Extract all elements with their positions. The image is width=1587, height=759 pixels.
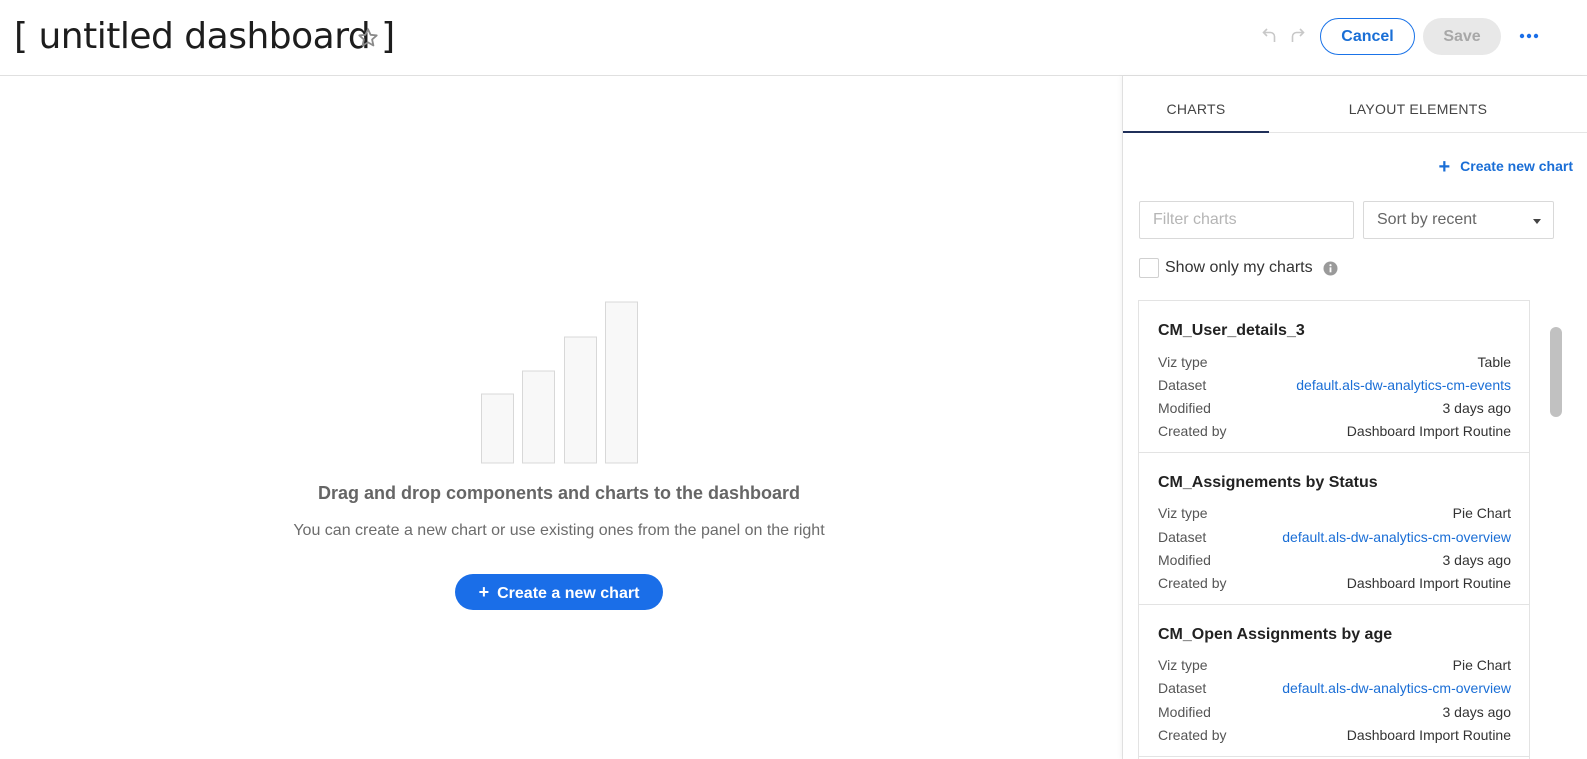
field-label: Dataset — [1158, 529, 1207, 545]
redo-icon[interactable] — [1288, 26, 1306, 44]
show-only-my-charts-label: Show only my charts — [1165, 259, 1313, 276]
cancel-button[interactable]: Cancel — [1320, 18, 1415, 55]
plus-icon: + — [1438, 156, 1451, 178]
caret-down-icon — [1533, 219, 1541, 224]
tab-charts[interactable]: CHARTS — [1123, 76, 1269, 133]
filter-charts-input[interactable] — [1139, 201, 1354, 239]
viz-type-value: Pie Chart — [1452, 505, 1511, 521]
chart-card-created-by-row: Created by Dashboard Import Routine — [1158, 727, 1511, 745]
dashboard-canvas[interactable]: Drag and drop components and charts to t… — [0, 77, 1122, 759]
chart-list: CM_User_details_3 Viz type Table Dataset… — [1138, 300, 1530, 759]
field-label: Dataset — [1158, 377, 1207, 393]
more-icon[interactable] — [1516, 26, 1542, 46]
field-label: Created by — [1158, 727, 1227, 743]
star-icon[interactable] — [356, 26, 380, 50]
empty-chart-icon — [481, 301, 638, 464]
chart-card-viz-type-row: Viz type Pie Chart — [1158, 505, 1511, 523]
field-label: Created by — [1158, 423, 1227, 439]
field-label: Viz type — [1158, 354, 1208, 370]
field-label: Created by — [1158, 575, 1227, 591]
modified-value: 3 days ago — [1442, 400, 1512, 416]
chart-card-viz-type-row: Viz type Table — [1158, 354, 1511, 372]
chart-card-created-by-row: Created by Dashboard Import Routine — [1158, 423, 1511, 441]
chart-card-dataset-row: Dataset default.als-dw-analytics-cm-over… — [1158, 529, 1511, 547]
create-new-chart-label: Create a new chart — [497, 585, 640, 602]
chart-card-title: CM_User_details_3 — [1158, 322, 1305, 339]
plus-icon: + — [478, 582, 490, 602]
field-label: Modified — [1158, 704, 1211, 720]
field-label: Modified — [1158, 552, 1211, 568]
dataset-link[interactable]: default.als-dw-analytics-cm-overview — [1282, 529, 1511, 545]
created-by-value: Dashboard Import Routine — [1346, 727, 1511, 743]
sort-select[interactable]: Sort by recent — [1363, 201, 1554, 239]
chart-card[interactable]: CM_User_details_3 Viz type Table Dataset… — [1139, 301, 1529, 453]
dashboard-header: [ untitled dashboard ] Cancel Save — [0, 0, 1587, 76]
field-label: Modified — [1158, 400, 1211, 416]
modified-value: 3 days ago — [1442, 552, 1512, 568]
dataset-link[interactable]: default.als-dw-analytics-cm-overview — [1282, 680, 1511, 696]
field-label: Viz type — [1158, 505, 1208, 521]
dataset-link[interactable]: default.als-dw-analytics-cm-events — [1296, 377, 1511, 393]
undo-icon[interactable] — [1261, 26, 1279, 44]
dashboard-title[interactable]: [ untitled dashboard ] — [14, 16, 395, 57]
chart-card-created-by-row: Created by Dashboard Import Routine — [1158, 575, 1511, 593]
save-button[interactable]: Save — [1423, 18, 1501, 55]
create-new-chart-link-label: Create new chart — [1460, 158, 1573, 174]
panel-scrollbar[interactable] — [1550, 327, 1562, 417]
sort-select-value: Sort by recent — [1377, 211, 1477, 228]
chart-card-viz-type-row: Viz type Pie Chart — [1158, 657, 1511, 675]
empty-state-subtitle: You can create a new chart or use existi… — [293, 522, 825, 539]
created-by-value: Dashboard Import Routine — [1346, 575, 1511, 591]
chart-card-modified-row: Modified 3 days ago — [1158, 704, 1511, 722]
info-icon[interactable] — [1323, 261, 1338, 276]
chart-card-title: CM_Assignements by Status — [1158, 474, 1378, 491]
chart-card[interactable]: CM_Open Assignments by age Viz type Pie … — [1139, 605, 1529, 757]
create-new-chart-button[interactable]: + Create a new chart — [455, 574, 663, 610]
viz-type-value: Table — [1477, 354, 1511, 370]
empty-state-title: Drag and drop components and charts to t… — [317, 483, 801, 503]
field-label: Dataset — [1158, 680, 1207, 696]
show-only-my-charts-checkbox[interactable] — [1139, 258, 1159, 278]
viz-type-value: Pie Chart — [1452, 657, 1511, 673]
create-new-chart-link[interactable]: + Create new chart — [1403, 156, 1573, 179]
panel-tabs: CHARTS LAYOUT ELEMENTS — [1123, 76, 1587, 133]
created-by-value: Dashboard Import Routine — [1346, 423, 1511, 439]
tab-layout-elements[interactable]: LAYOUT ELEMENTS — [1339, 76, 1497, 133]
chart-builder-panel: CHARTS LAYOUT ELEMENTS + Create new chart… — [1122, 76, 1587, 759]
chart-card[interactable]: CM_Assignements by Status Viz type Pie C… — [1139, 453, 1529, 605]
chart-card-modified-row: Modified 3 days ago — [1158, 400, 1511, 418]
chart-card-dataset-row: Dataset default.als-dw-analytics-cm-over… — [1158, 680, 1511, 698]
chart-card-dataset-row: Dataset default.als-dw-analytics-cm-even… — [1158, 377, 1511, 395]
chart-card-modified-row: Modified 3 days ago — [1158, 552, 1511, 570]
modified-value: 3 days ago — [1442, 704, 1512, 720]
chart-card-title: CM_Open Assignments by age — [1158, 626, 1393, 643]
field-label: Viz type — [1158, 657, 1208, 673]
